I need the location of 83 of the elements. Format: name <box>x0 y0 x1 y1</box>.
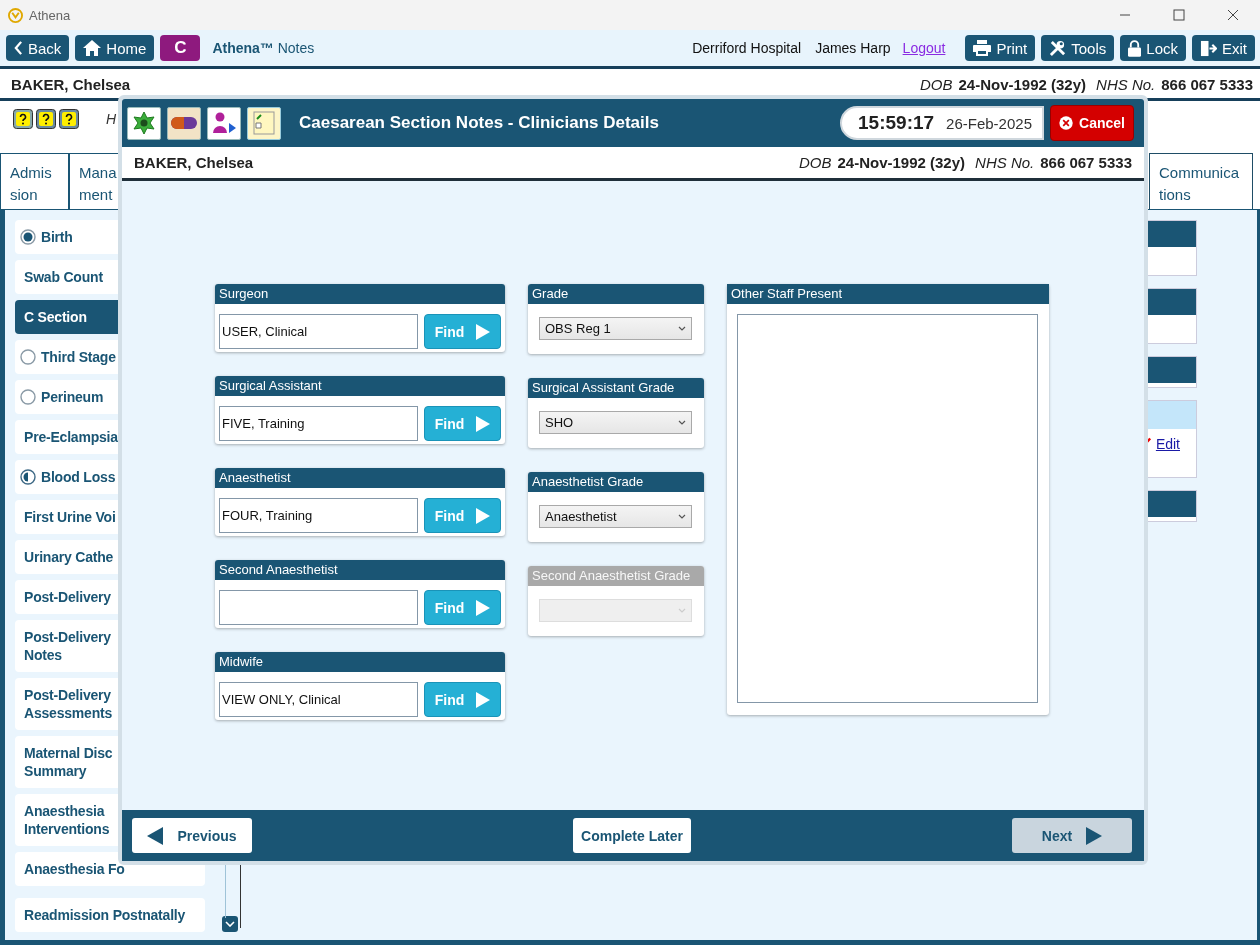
nhs-number: 866 067 5333 <box>1040 154 1132 171</box>
nhs-label: NHS No. <box>975 154 1035 171</box>
lock-icon <box>1128 39 1142 57</box>
next-button: Next <box>1012 818 1132 853</box>
dob-label: DOB <box>798 154 832 171</box>
chevron-down-icon <box>678 420 686 425</box>
card-header: Surgical Assistant Grade <box>528 378 704 398</box>
app-title: Athena™ Notes <box>212 40 315 56</box>
staff-name-field[interactable]: FOUR, Training <box>219 498 418 533</box>
tools-button[interactable]: Tools <box>1041 35 1115 61</box>
chevron-down-icon <box>678 514 686 519</box>
dob-value: 24-Nov-1992 (32y) <box>958 75 1087 93</box>
close-icon <box>1059 113 1074 133</box>
play-icon <box>476 507 491 524</box>
clock-time: 15:59:17 <box>858 112 935 134</box>
staff-name-field[interactable] <box>219 590 418 625</box>
triangle-left-icon <box>147 826 164 845</box>
patient-name: BAKER, Chelsea <box>11 75 131 93</box>
notepad-icon <box>253 111 275 135</box>
grade-dropdown[interactable]: Anaesthetist <box>539 505 692 528</box>
grade-dropdown[interactable]: SHO <box>539 411 692 434</box>
grade-dropdown[interactable]: OBS Reg 1 <box>539 317 692 340</box>
card-header: Second Anaesthetist Grade <box>528 566 704 586</box>
user-name: James Harp <box>815 40 891 56</box>
alert-question-icon <box>59 109 79 129</box>
scroll-down-button[interactable] <box>222 916 238 932</box>
flower-icon <box>132 111 156 135</box>
chevron-down-icon <box>678 326 686 331</box>
edit-link[interactable]: Edit <box>1155 436 1180 452</box>
dob-label: DOB <box>919 75 953 93</box>
play-icon <box>476 691 491 708</box>
alert-text: H <box>106 111 117 127</box>
maximize-icon <box>1173 9 1185 21</box>
person-arrow-icon <box>211 111 237 135</box>
toolbar-icon-button[interactable] <box>247 106 281 140</box>
back-button[interactable]: Back <box>6 35 70 61</box>
print-button[interactable]: Print <box>965 35 1036 61</box>
card-header: Midwife <box>215 652 505 672</box>
chevron-down-icon <box>225 921 235 927</box>
triangle-right-icon <box>1086 826 1103 845</box>
play-icon <box>476 599 491 616</box>
card-header: Surgeon <box>215 284 505 304</box>
card-header: Second Anaesthetist <box>215 560 505 580</box>
card-header: Other Staff Present <box>727 284 1049 304</box>
toolbar-icon-button[interactable] <box>127 106 161 140</box>
staff-name-field[interactable]: FIVE, Training <box>219 406 418 441</box>
app-logo-icon <box>8 7 23 23</box>
chevron-left-icon <box>14 41 23 55</box>
toolbar-icon-button[interactable] <box>207 106 241 140</box>
card-header: Anaesthetist <box>215 468 505 488</box>
cancel-button[interactable]: Cancel <box>1050 105 1134 141</box>
other-staff-field[interactable] <box>737 314 1038 703</box>
play-icon <box>476 415 491 432</box>
home-button[interactable]: Home <box>75 35 155 61</box>
nhs-number: 866 067 5333 <box>1161 75 1253 93</box>
toolbar-icon-button[interactable] <box>167 106 201 140</box>
hospital-name: Derriford Hospital <box>692 40 802 56</box>
complete-later-button[interactable]: Complete Later <box>573 818 691 853</box>
tools-icon <box>1049 39 1067 57</box>
dob-value: 24-Nov-1992 (32y) <box>837 154 966 171</box>
dialog-title: Caesarean Section Notes - Clinicians Details <box>299 113 660 133</box>
clock-date: 26-Feb-2025 <box>946 114 1032 132</box>
play-icon <box>476 323 491 340</box>
card-header: Anaesthetist Grade <box>528 472 704 492</box>
staff-name-field[interactable]: VIEW ONLY, Clinical <box>219 682 418 717</box>
tab[interactable]: Admission <box>0 153 69 209</box>
printer-icon <box>973 40 992 56</box>
staff-name-field[interactable]: USER, Clinical <box>219 314 418 349</box>
close-icon <box>1227 9 1239 21</box>
nhs-label: NHS No. <box>1096 75 1156 93</box>
patient-badge-button[interactable]: C <box>160 35 201 61</box>
home-icon <box>83 40 102 56</box>
chevron-down-icon <box>678 608 686 613</box>
card-header: Surgical Assistant <box>215 376 505 396</box>
logout-link[interactable]: Logout <box>902 40 946 56</box>
sidebar-item[interactable]: Readmission Postnatally <box>15 898 205 932</box>
window-title: Athena <box>29 7 71 23</box>
card-header: Grade <box>528 284 704 304</box>
exit-button[interactable]: Exit <box>1192 35 1255 61</box>
exit-icon <box>1200 39 1217 57</box>
previous-button[interactable]: Previous <box>132 818 252 853</box>
capsule-icon <box>171 117 197 129</box>
lock-button[interactable]: Lock <box>1120 35 1186 61</box>
